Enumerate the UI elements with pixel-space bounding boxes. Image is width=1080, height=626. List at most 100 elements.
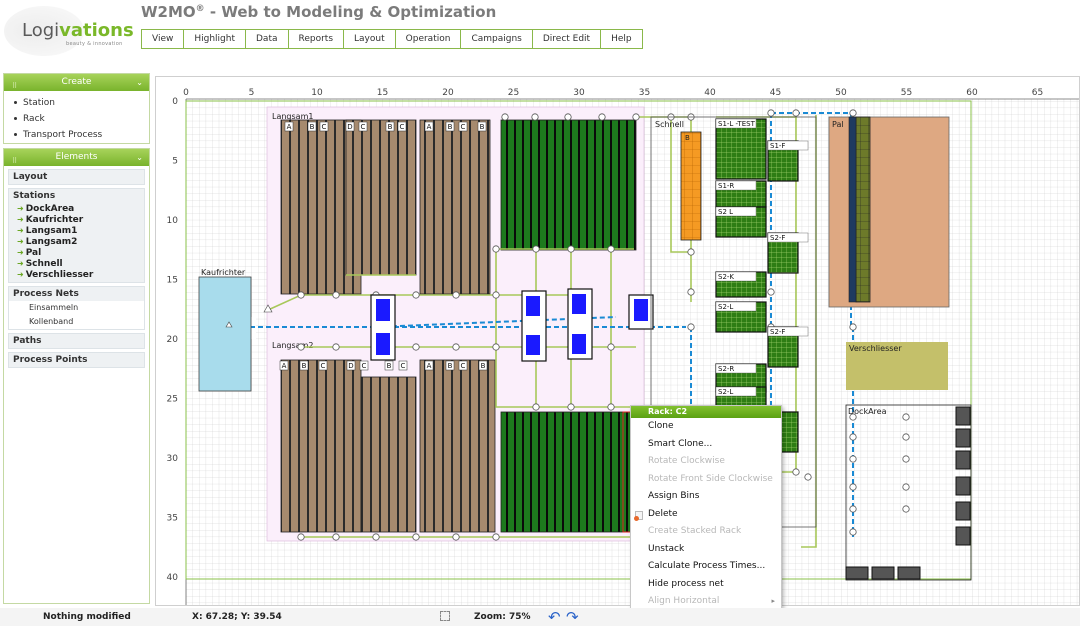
path-node[interactable] xyxy=(687,323,695,331)
context-item-delete[interactable]: Delete xyxy=(631,506,781,524)
menu-operation[interactable]: Operation xyxy=(396,30,462,48)
path-node[interactable] xyxy=(492,343,500,351)
layout-drawing[interactable]: 0 5 10 15 20 25 30 35 40 45 50 55 60 65 0 5 10 15 20 25 30 3… xyxy=(156,77,1080,606)
path-node[interactable] xyxy=(849,483,857,491)
context-item-unstack[interactable]: Unstack xyxy=(631,541,781,559)
context-item-create-stacked-rack[interactable]: Create Stacked Rack xyxy=(631,523,781,541)
path-node[interactable] xyxy=(492,245,500,253)
create-item-transport-process[interactable]: Transport Process xyxy=(14,127,149,143)
path-node[interactable] xyxy=(532,403,540,411)
path-node[interactable] xyxy=(607,403,615,411)
path-node[interactable] xyxy=(902,433,910,441)
context-item-smart-clone[interactable]: Smart Clone... xyxy=(631,436,781,454)
path-node[interactable] xyxy=(849,323,857,331)
path-node[interactable] xyxy=(412,533,420,541)
path-node[interactable] xyxy=(849,433,857,441)
path-node[interactable] xyxy=(849,455,857,463)
redo-icon[interactable]: ↷ xyxy=(566,608,579,626)
process-net-item-einsammeln[interactable]: Einsammeln xyxy=(9,301,144,315)
layout-canvas[interactable]: 0 5 10 15 20 25 30 35 40 45 50 55 60 65 0 5 10 15 20 25 30 3… xyxy=(155,76,1080,606)
create-item-rack[interactable]: Rack xyxy=(14,111,149,127)
path-node[interactable] xyxy=(297,291,305,299)
menu-view[interactable]: View xyxy=(142,30,185,48)
dock-door[interactable] xyxy=(955,428,971,448)
dock-door[interactable] xyxy=(955,501,971,521)
menu-data[interactable]: Data xyxy=(246,30,289,48)
path-node[interactable] xyxy=(632,113,640,121)
path-node[interactable] xyxy=(332,291,340,299)
path-node[interactable] xyxy=(372,533,380,541)
selection-box-icon[interactable] xyxy=(440,611,450,621)
path-node[interactable] xyxy=(849,505,857,513)
menu-reports[interactable]: Reports xyxy=(289,30,345,48)
path-node[interactable] xyxy=(564,113,572,121)
path-node[interactable] xyxy=(902,455,910,463)
dock-door[interactable] xyxy=(845,566,869,580)
path-node[interactable] xyxy=(687,248,695,256)
collapse-icon[interactable]: ⌄ xyxy=(136,149,143,166)
station-item-verschliesser[interactable]: ➜ Verschliesser xyxy=(9,269,144,280)
process-points-section[interactable]: Process Points xyxy=(8,352,145,368)
path-node[interactable] xyxy=(902,505,910,513)
path-node[interactable] xyxy=(567,245,575,253)
path-node[interactable] xyxy=(607,343,615,351)
context-item-rotate-clockwise[interactable]: Rotate Clockwise xyxy=(631,453,781,471)
path-node[interactable] xyxy=(332,343,340,351)
dock-door[interactable] xyxy=(955,526,971,546)
path-node[interactable] xyxy=(452,533,460,541)
path-node[interactable] xyxy=(902,413,910,421)
undo-icon[interactable]: ↶ xyxy=(548,608,561,626)
context-item-calculate-process-times[interactable]: Calculate Process Times... xyxy=(631,558,781,576)
path-node[interactable] xyxy=(792,468,800,476)
paths-section[interactable]: Paths xyxy=(8,333,145,349)
path-node[interactable] xyxy=(452,343,460,351)
path-node[interactable] xyxy=(598,113,606,121)
drag-grip-icon[interactable]: ⠿ xyxy=(12,78,17,95)
path-node[interactable] xyxy=(332,533,340,541)
station-item-pal[interactable]: ➜ Pal xyxy=(9,247,144,258)
path-node[interactable] xyxy=(492,533,500,541)
station-item-dockarea[interactable]: ➜ DockArea xyxy=(9,203,144,214)
path-node[interactable] xyxy=(849,528,857,536)
station-item-kaufrichter[interactable]: ➜ Kaufrichter xyxy=(9,214,144,225)
path-node[interactable] xyxy=(492,291,500,299)
context-item-hide-process-net[interactable]: Hide process net xyxy=(631,576,781,594)
process-net-item-kollenband[interactable]: Kollenband xyxy=(9,315,144,329)
drag-grip-icon[interactable]: ⠿ xyxy=(12,153,17,170)
dock-door[interactable] xyxy=(955,450,971,470)
path-node[interactable] xyxy=(687,288,695,296)
path-node[interactable] xyxy=(767,288,775,296)
station-schnell[interactable] xyxy=(680,131,702,241)
stations-header[interactable]: Stations xyxy=(9,189,144,203)
path-node[interactable] xyxy=(607,245,615,253)
path-node[interactable] xyxy=(849,109,857,117)
dock-door[interactable] xyxy=(897,566,921,580)
menu-direct-edit[interactable]: Direct Edit xyxy=(533,30,602,48)
layout-section[interactable]: Layout xyxy=(8,169,145,185)
path-node[interactable] xyxy=(297,343,305,351)
menu-highlight[interactable]: Highlight xyxy=(184,30,246,48)
path-node[interactable] xyxy=(531,113,539,121)
station-item-schnell[interactable]: ➜ Schnell xyxy=(9,258,144,269)
path-node[interactable] xyxy=(501,113,509,121)
path-node[interactable] xyxy=(804,473,812,481)
process-nets-header[interactable]: Process Nets xyxy=(9,287,144,301)
path-node[interactable] xyxy=(567,403,575,411)
station-kaufrichter[interactable] xyxy=(198,276,252,392)
path-node[interactable] xyxy=(412,291,420,299)
menu-layout[interactable]: Layout xyxy=(344,30,396,48)
path-node[interactable] xyxy=(532,245,540,253)
path-node[interactable] xyxy=(297,533,305,541)
menu-campaigns[interactable]: Campaigns xyxy=(461,30,533,48)
create-item-station[interactable]: Station xyxy=(14,95,149,111)
station-item-langsam2[interactable]: ➜ Langsam2 xyxy=(9,236,144,247)
context-item-assign-bins[interactable]: Assign Bins xyxy=(631,488,781,506)
path-node[interactable] xyxy=(412,343,420,351)
context-item-rotate-front-side-clockwise[interactable]: Rotate Front Side Clockwise xyxy=(631,471,781,489)
path-node[interactable] xyxy=(452,291,460,299)
collapse-icon[interactable]: ⌄ xyxy=(136,74,143,91)
path-node[interactable] xyxy=(792,109,800,117)
dock-door[interactable] xyxy=(871,566,895,580)
dock-door[interactable] xyxy=(955,406,971,426)
path-node[interactable] xyxy=(902,483,910,491)
